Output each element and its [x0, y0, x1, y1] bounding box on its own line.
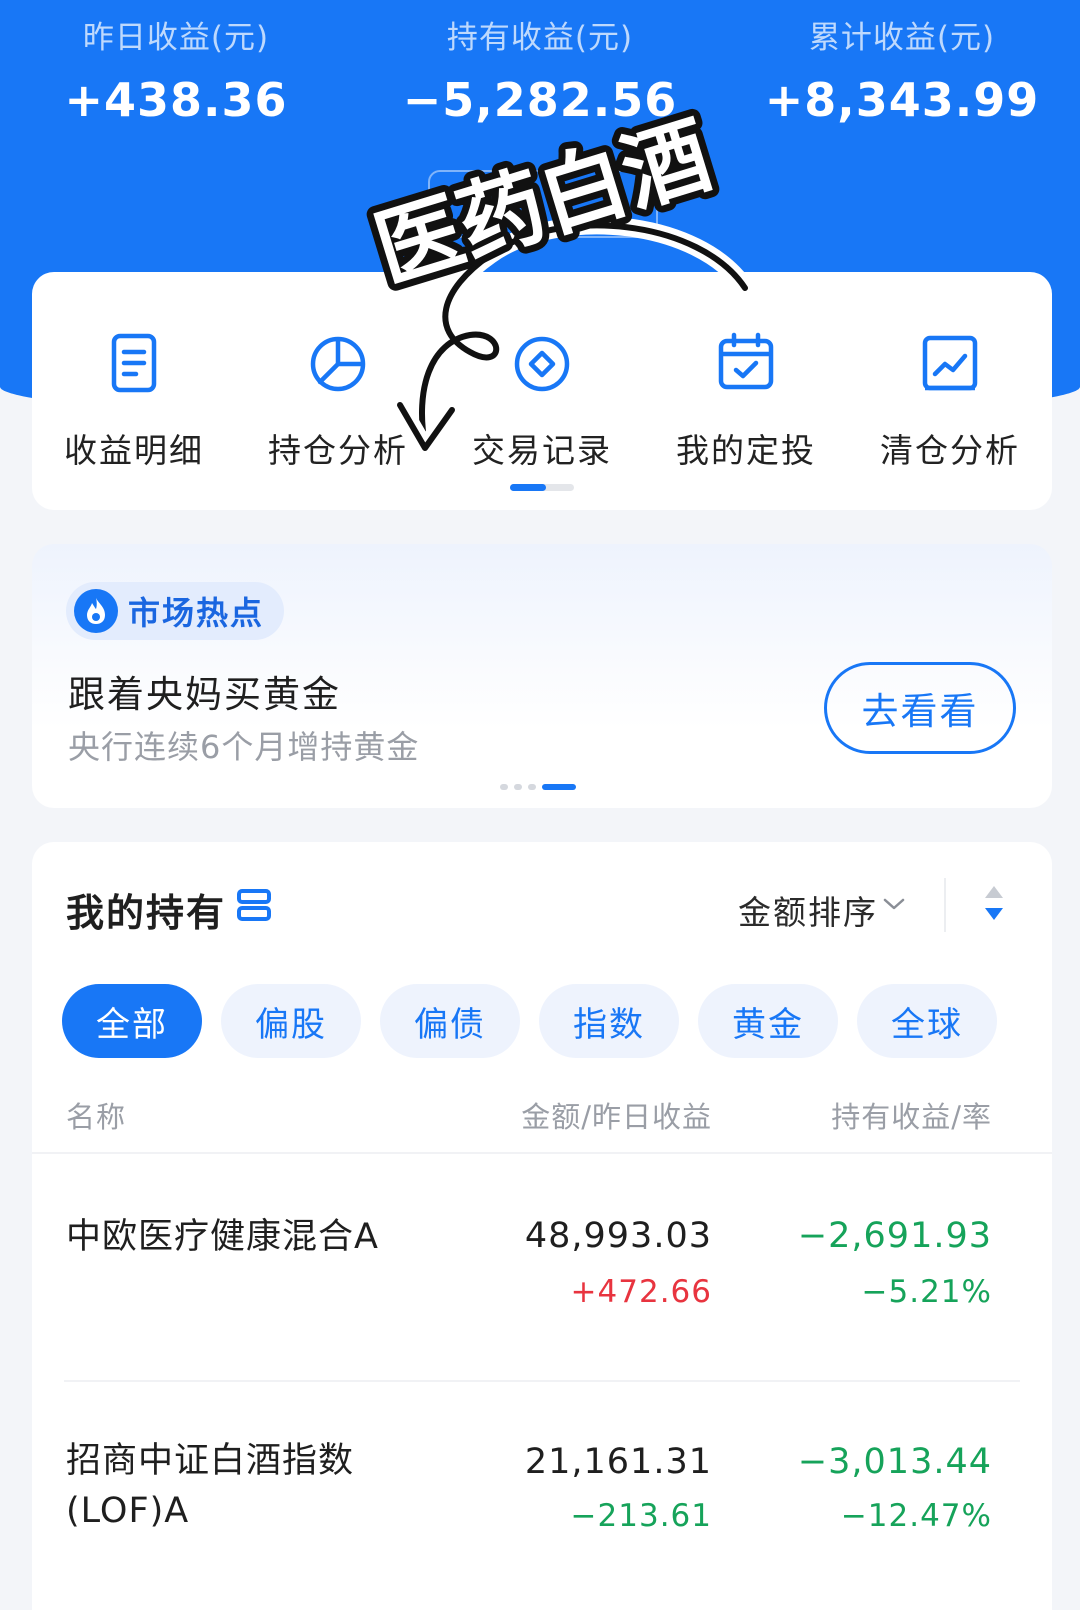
- cumulative-earnings[interactable]: 累计收益(元) +8,343.99: [752, 12, 1052, 127]
- flame-icon: [74, 589, 118, 633]
- carousel-dot: [528, 784, 536, 790]
- fund-amount: 21,161.31: [524, 1442, 712, 1482]
- diamond-circle-icon: [514, 336, 570, 392]
- nav-label-my-sip: 我的定投: [676, 431, 816, 470]
- filter-all[interactable]: 全部: [62, 984, 202, 1058]
- nav-item-earnings-detail[interactable]: 收益明细: [32, 328, 236, 472]
- filter-stock[interactable]: 偏股: [221, 984, 361, 1058]
- divider: [32, 1152, 1052, 1154]
- nav-item-my-sip[interactable]: 我的定投: [644, 328, 848, 472]
- carousel-dots: [500, 784, 576, 790]
- nav-label-trade-records: 交易记录: [472, 431, 612, 470]
- fund-holding-rate: −5.21%: [861, 1274, 992, 1310]
- carousel-dot-active: [542, 784, 576, 790]
- divider: [64, 1380, 1020, 1382]
- market-hot-subtitle: 央行连续6个月增持黄金: [68, 728, 420, 766]
- carousel-dot: [500, 784, 508, 790]
- calendar-check-icon: [718, 332, 774, 390]
- market-hot-card[interactable]: 市场热点 跟着央妈买黄金 央行连续6个月增持黄金 去看看: [32, 544, 1052, 808]
- sort-order-icon[interactable]: [982, 884, 1006, 922]
- pie-chart-icon: [310, 336, 366, 392]
- list-view-icon[interactable]: [236, 888, 272, 922]
- nav-page-indicator-active: [510, 484, 546, 491]
- fund-holding-profit: −2,691.93: [797, 1216, 992, 1256]
- holding-earnings-value: −5,282.56: [402, 73, 678, 127]
- yesterday-earnings[interactable]: 昨日收益(元) +438.36: [26, 12, 326, 127]
- carousel-dot: [514, 784, 522, 790]
- divider: [944, 878, 946, 932]
- cumulative-earnings-label: 累计收益(元): [808, 20, 996, 56]
- market-hot-badge-label: 市场热点: [128, 594, 265, 632]
- yesterday-earnings-label: 昨日收益(元): [82, 20, 270, 56]
- fund-yesterday-earnings: −213.61: [570, 1498, 712, 1534]
- column-header-profit[interactable]: 持有收益/率: [692, 1094, 992, 1136]
- fund-holding-profit: −3,013.44: [797, 1442, 992, 1482]
- filter-bond[interactable]: 偏债: [380, 984, 520, 1058]
- holdings-title: 我的持有: [66, 891, 227, 935]
- cumulative-earnings-value: +8,343.99: [764, 73, 1040, 127]
- nav-label-holding-analysis: 持仓分析: [268, 431, 408, 470]
- fund-amount: 48,993.03: [524, 1216, 712, 1256]
- filter-gold[interactable]: 黄金: [698, 984, 838, 1058]
- nav-item-clearance-analysis[interactable]: 清仓分析: [848, 328, 1052, 472]
- holding-earnings-label: 持有收益(元): [446, 20, 634, 56]
- column-header-name: 名称: [66, 1100, 127, 1134]
- market-hot-badge: 市场热点: [66, 582, 285, 640]
- fund-name: 招商中证白酒指数(LOF)A: [66, 1441, 355, 1531]
- nav-item-holding-analysis[interactable]: 持仓分析: [236, 328, 440, 472]
- yesterday-earnings-value: +438.36: [64, 73, 288, 127]
- quick-nav-card: 收益明细 持仓分析 交易记录 我的定投 清仓分析: [32, 272, 1052, 510]
- my-holdings-card: 我的持有 金额排序 全部 偏股 偏债 指数 黄金 全球 名称 金额/昨日收益 持…: [32, 842, 1052, 1610]
- chevron-down-icon[interactable]: [882, 896, 906, 912]
- holding-earnings[interactable]: 持有收益(元) −5,282.56: [390, 12, 690, 127]
- go-see-button[interactable]: 去看看: [824, 662, 1016, 754]
- fund-holding-rate: −12.47%: [840, 1498, 992, 1534]
- nav-label-earnings-detail: 收益明细: [64, 431, 204, 470]
- filter-global[interactable]: 全球: [857, 984, 997, 1058]
- nav-page-indicator: [510, 484, 574, 491]
- nav-label-clearance-analysis: 清仓分析: [880, 431, 1020, 470]
- sort-by-amount-dropdown[interactable]: 金额排序: [738, 886, 878, 934]
- header-button-obscured[interactable]: [428, 170, 658, 238]
- column-header-amount[interactable]: 金额/昨日收益: [412, 1094, 712, 1136]
- filter-index[interactable]: 指数: [539, 984, 679, 1058]
- fund-yesterday-earnings: +472.66: [570, 1274, 712, 1310]
- nav-item-trade-records[interactable]: 交易记录: [440, 328, 644, 472]
- document-icon: [111, 333, 157, 393]
- market-hot-title: 跟着央妈买黄金: [68, 673, 341, 716]
- line-chart-icon: [922, 335, 978, 391]
